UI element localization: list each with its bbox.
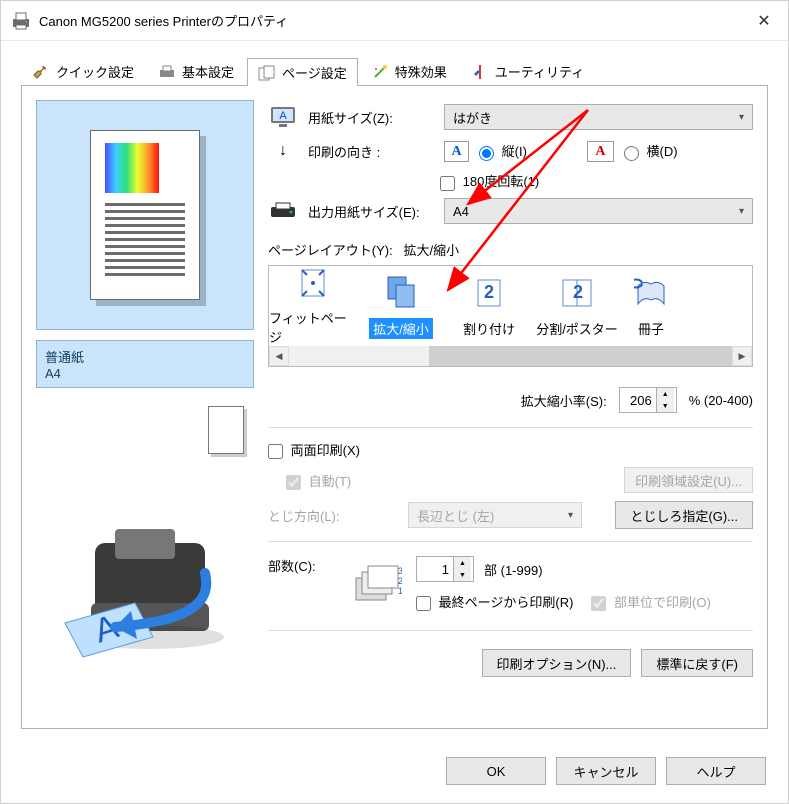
printer-small-icon (158, 63, 176, 81)
tab-quick[interactable]: クイック設定 (21, 57, 145, 85)
media-type: 普通紙 (45, 347, 245, 366)
page-layout-list: フィットページ 拡大/縮小 2 割り付け 2 分割/ポスター (268, 265, 753, 367)
printer-tiny-icon (268, 202, 298, 220)
print-from-last-checkbox[interactable]: 最終ページから印刷(R) (416, 592, 573, 611)
duplex-section: 両面印刷(X) 自動(T) 印刷領域設定(U)... とじ方向(L): 長辺とじ… (268, 428, 753, 542)
bind-direction-label: とじ方向(L): (268, 506, 394, 525)
scroll-right-icon[interactable]: ▶ (732, 346, 752, 366)
monitor-icon: A (268, 106, 298, 128)
output-preview (36, 398, 254, 462)
copies-range-label: 部 (1-999) (484, 560, 543, 579)
collate-icon: 321 (344, 556, 404, 616)
footer-options-row: 印刷オプション(N)... 標準に戻す(F) (268, 649, 753, 677)
tabs: クイック設定 基本設定 ページ設定 特殊効果 ユーティリティ (21, 55, 788, 85)
svg-text:3: 3 (398, 566, 402, 576)
layout-poster[interactable]: 2 分割/ポスター (533, 266, 621, 346)
collate-checkbox: 部単位で印刷(O) (591, 592, 710, 611)
print-options-button[interactable]: 印刷オプション(N)... (482, 649, 632, 677)
spin-up-icon[interactable]: ▲ (454, 557, 471, 569)
bind-margin-button[interactable]: とじしろ指定(G)... (615, 501, 753, 529)
scale-ratio-row: 拡大縮小率(S): ▲▼ % (20-400) (268, 387, 753, 428)
copies-input[interactable]: ▲▼ (416, 556, 474, 582)
spin-down-icon[interactable]: ▼ (454, 569, 471, 581)
close-button[interactable]: ✕ (740, 1, 788, 41)
pages-icon (258, 64, 276, 82)
wrench-icon (32, 63, 50, 81)
layout-scale[interactable]: 拡大/縮小 (357, 266, 445, 346)
cancel-button[interactable]: キャンセル (556, 757, 656, 785)
page-preview (36, 100, 254, 330)
paper-size-row: A 用紙サイズ(Z): はがき▾ (268, 100, 753, 134)
auto-checkbox: 自動(T) (286, 471, 351, 490)
scale-icon (383, 274, 419, 310)
paper-size-label: 用紙サイズ(Z): (308, 108, 434, 127)
preview-page (90, 130, 200, 300)
chevron-down-icon: ▾ (739, 112, 744, 123)
paper-size-combo[interactable]: はがき▾ (444, 104, 753, 130)
scale-ratio-input[interactable]: ▲▼ (619, 387, 677, 413)
media-info: 普通紙 A4 (36, 340, 254, 388)
orientation-landscape[interactable]: 横(D) (624, 141, 678, 160)
layout-nup[interactable]: 2 割り付け (445, 266, 533, 346)
print-area-button: 印刷領域設定(U)... (624, 467, 753, 493)
poster-icon: 2 (559, 275, 595, 311)
booklet-icon (633, 275, 669, 311)
settings-column: A 用紙サイズ(Z): はがき▾ ↓ 印刷の向き : A 縦(I) A 横(D)… (268, 100, 753, 714)
wand-icon (371, 63, 389, 81)
svg-text:1: 1 (398, 586, 402, 596)
printer-illustration: A (36, 472, 254, 714)
layout-fit-page[interactable]: フィットページ (269, 266, 357, 346)
orientation-label: 印刷の向き : (308, 142, 434, 161)
orientation-row: ↓ 印刷の向き : A 縦(I) A 横(D) (268, 134, 753, 168)
bind-direction-combo: 長辺とじ (左)▾ (408, 502, 582, 528)
tab-utility[interactable]: ユーティリティ (460, 57, 595, 85)
down-arrow-icon: ↓ (268, 142, 298, 160)
printer-icon (11, 12, 31, 30)
landscape-icon: A (587, 141, 614, 162)
copies-label: 部数(C): (268, 556, 332, 616)
preview-column: 普通紙 A4 A (36, 100, 254, 714)
svg-text:A: A (279, 110, 287, 122)
preview-photo (105, 143, 159, 193)
duplex-checkbox[interactable]: 両面印刷(X) (268, 443, 360, 458)
svg-text:2: 2 (398, 576, 402, 586)
svg-text:2: 2 (484, 282, 494, 302)
output-size-label: 出力用紙サイズ(E): (308, 202, 434, 221)
titlebar: Canon MG5200 series Printerのプロパティ ✕ (1, 1, 788, 41)
page-layout-label: ページレイアウト(Y): 拡大/縮小 (268, 240, 753, 259)
scale-ratio-label: 拡大縮小率(S): (521, 391, 607, 410)
reset-defaults-button[interactable]: 標準に戻す(F) (641, 649, 753, 677)
printer-properties-dialog: Canon MG5200 series Printerのプロパティ ✕ クイック… (0, 0, 789, 804)
copies-section: 部数(C): 321 ▲▼ 部 (1-999) 最終ページから印刷(R) (268, 542, 753, 631)
layout-booklet[interactable]: 冊子 (621, 266, 681, 346)
chevron-down-icon: ▾ (739, 206, 744, 217)
help-button[interactable]: ヘルプ (666, 757, 766, 785)
dialog-footer: OK キャンセル ヘルプ (1, 745, 788, 803)
output-size-combo[interactable]: A4▾ (444, 198, 753, 224)
scroll-left-icon[interactable]: ◀ (269, 346, 289, 366)
svg-text:2: 2 (573, 282, 583, 302)
tab-effects[interactable]: 特殊効果 (360, 57, 458, 85)
output-size-row: 出力用紙サイズ(E): A4▾ (268, 194, 753, 228)
spin-down-icon[interactable]: ▼ (657, 400, 674, 412)
tab-basic[interactable]: 基本設定 (147, 57, 245, 85)
rotate-180-checkbox[interactable]: 180度回転(1) (440, 171, 539, 190)
tab-page[interactable]: ページ設定 (247, 58, 358, 86)
spin-up-icon[interactable]: ▲ (657, 388, 674, 400)
scale-range-label: % (20-400) (689, 393, 753, 408)
rotate-row: 180度回転(1) (268, 168, 753, 194)
paper-size: A4 (45, 366, 245, 381)
layout-scrollbar[interactable]: ◀ ▶ (269, 346, 752, 366)
ok-button[interactable]: OK (446, 757, 546, 785)
small-page-icon (208, 406, 244, 454)
page-setup-panel: 普通紙 A4 A A (21, 85, 768, 729)
fit-page-icon (295, 266, 331, 300)
tools-icon (471, 63, 489, 81)
orientation-portrait[interactable]: 縦(I) (479, 141, 527, 160)
portrait-icon: A (444, 141, 469, 162)
nup-icon: 2 (471, 275, 507, 311)
window-title: Canon MG5200 series Printerのプロパティ (39, 11, 740, 30)
